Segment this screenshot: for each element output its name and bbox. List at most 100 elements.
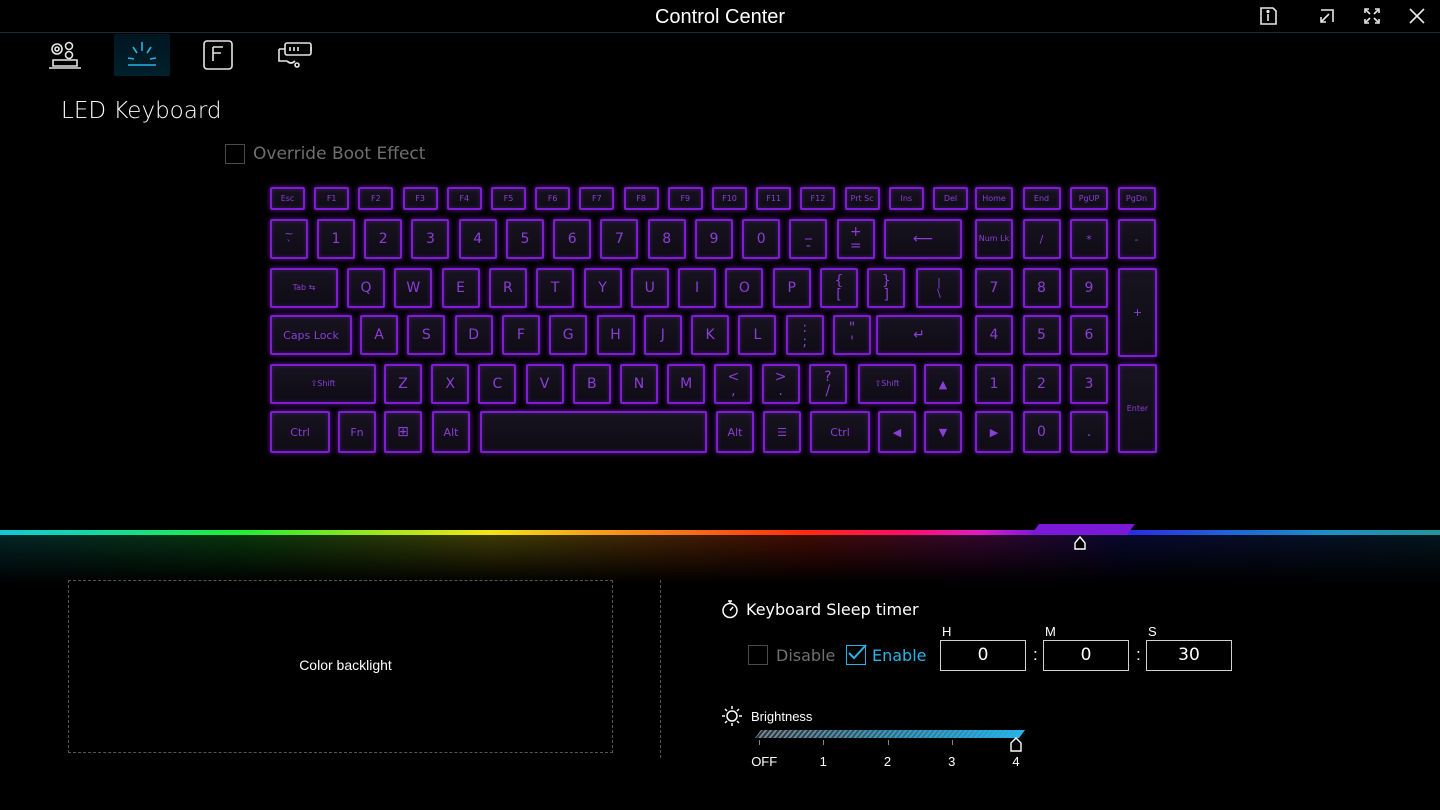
- info-button[interactable]: [1255, 4, 1281, 28]
- keyboard-key[interactable]: PgDn: [1117, 187, 1156, 210]
- close-button[interactable]: [1404, 4, 1430, 28]
- disable-checkbox[interactable]: [748, 645, 768, 665]
- brightness-level-label[interactable]: 4: [1012, 754, 1019, 769]
- keyboard-key[interactable]: E: [441, 268, 480, 308]
- keyboard-key[interactable]: *: [1070, 219, 1108, 259]
- keyboard-key[interactable]: 6: [553, 219, 592, 259]
- keyboard-key[interactable]: U: [630, 268, 669, 308]
- keyboard-key[interactable]: P: [772, 268, 811, 308]
- tab-power[interactable]: [267, 34, 323, 76]
- keyboard-key[interactable]: F: [501, 315, 540, 355]
- keyboard-key[interactable]: ~ `: [270, 219, 308, 259]
- keyboard-key[interactable]: O: [725, 268, 764, 308]
- brightness-level-label[interactable]: 1: [820, 754, 827, 769]
- keyboard-key[interactable]: /: [1022, 219, 1061, 259]
- keyboard-key[interactable]: F9: [667, 187, 703, 210]
- keyboard-key[interactable]: B: [572, 364, 611, 404]
- override-boot-effect-option[interactable]: Override Boot Effect: [225, 144, 425, 164]
- keyboard-key[interactable]: ▶: [975, 411, 1013, 453]
- keyboard-key[interactable]: K: [691, 315, 730, 355]
- keyboard-key[interactable]: { [: [820, 268, 858, 308]
- keyboard-key[interactable]: W: [394, 268, 433, 308]
- keyboard-key[interactable]: } ]: [867, 268, 906, 308]
- keyboard-key[interactable]: 0: [1022, 411, 1061, 453]
- hours-input[interactable]: 0: [940, 640, 1026, 671]
- keyboard-key[interactable]: 8: [647, 219, 686, 259]
- brightness-slider-handle[interactable]: [1010, 737, 1022, 752]
- brightness-level-label[interactable]: 3: [948, 754, 955, 769]
- override-boot-effect-checkbox[interactable]: [225, 144, 245, 164]
- keyboard-key[interactable]: 9: [1070, 268, 1108, 308]
- keyboard-key[interactable]: ⇧Shift: [858, 364, 916, 404]
- keyboard-key[interactable]: Z: [384, 364, 422, 404]
- keyboard-key[interactable]: Home: [975, 187, 1013, 210]
- keyboard-key[interactable]: + =: [836, 219, 875, 259]
- keyboard-key[interactable]: 3: [411, 219, 450, 259]
- keyboard-key[interactable]: J: [643, 315, 682, 355]
- keyboard-key[interactable]: Caps Lock: [270, 315, 352, 355]
- keyboard-key[interactable]: PgUP: [1070, 187, 1108, 210]
- keyboard-key[interactable]: X: [431, 364, 470, 404]
- keyboard-key[interactable]: 9: [694, 219, 733, 259]
- keyboard-key[interactable]: < ,: [714, 364, 753, 404]
- keyboard-key[interactable]: " ': [833, 315, 871, 355]
- keyboard-key[interactable]: 7: [975, 268, 1013, 308]
- keyboard-key[interactable]: Tab ⇆: [270, 268, 338, 308]
- keyboard-key[interactable]: A: [360, 315, 398, 355]
- keyboard-key[interactable]: ◀: [878, 411, 916, 453]
- keyboard-key[interactable]: F11: [756, 187, 792, 210]
- keyboard-key[interactable]: ☰: [763, 411, 801, 453]
- keyboard-key[interactable]: 8: [1022, 268, 1061, 308]
- tab-led-keyboard[interactable]: [114, 34, 170, 76]
- keyboard-key[interactable]: D: [454, 315, 493, 355]
- keyboard-key[interactable]: F10: [712, 187, 747, 210]
- keyboard-key[interactable]: C: [478, 364, 517, 404]
- keyboard-key[interactable]: Num Lk: [975, 219, 1013, 259]
- keyboard-key[interactable]: ? /: [808, 364, 847, 404]
- keyboard-key[interactable]: F6: [535, 187, 571, 210]
- enable-option[interactable]: Enable: [846, 644, 927, 665]
- keyboard-key[interactable]: Ins: [888, 187, 924, 210]
- minutes-input[interactable]: 0: [1043, 640, 1129, 671]
- keyboard-key[interactable]: _ -: [789, 219, 828, 259]
- keyboard-key[interactable]: F5: [491, 187, 526, 210]
- keyboard-key[interactable]: 5: [1022, 315, 1061, 355]
- keyboard-key[interactable]: 7: [600, 219, 639, 259]
- keyboard-key[interactable]: T: [536, 268, 575, 308]
- keyboard-key[interactable]: Alt: [716, 411, 754, 453]
- brightness-level-label[interactable]: OFF: [751, 754, 777, 769]
- keyboard-key[interactable]: .: [1070, 411, 1108, 453]
- keyboard-key[interactable]: 1: [316, 219, 355, 259]
- keyboard-key[interactable]: 3: [1070, 364, 1108, 404]
- keyboard-key[interactable]: Alt: [432, 411, 470, 453]
- keyboard-key[interactable]: F3: [402, 187, 438, 210]
- keyboard-key[interactable]: 4: [975, 315, 1013, 355]
- keyboard-key[interactable]: I: [678, 268, 717, 308]
- keyboard-key[interactable]: Y: [583, 268, 622, 308]
- brightness-level-label[interactable]: 2: [884, 754, 891, 769]
- keyboard-key[interactable]: S: [407, 315, 446, 355]
- keyboard-key[interactable]: ↵: [876, 315, 962, 355]
- maximize-button[interactable]: [1359, 4, 1385, 28]
- seconds-input[interactable]: 30: [1146, 640, 1232, 671]
- keyboard-key[interactable]: L: [738, 315, 777, 355]
- keyboard-key[interactable]: F1: [314, 187, 350, 210]
- keyboard-key[interactable]: 0: [742, 219, 781, 259]
- keyboard-key[interactable]: H: [596, 315, 635, 355]
- disable-option[interactable]: Disable: [748, 645, 835, 665]
- keyboard-key[interactable]: 2: [364, 219, 403, 259]
- keyboard-key[interactable]: End: [1022, 187, 1061, 210]
- keyboard-key[interactable]: ▲: [924, 364, 962, 404]
- keyboard-key[interactable]: Ctrl: [270, 411, 330, 453]
- keyboard-key[interactable]: Fn: [338, 411, 376, 453]
- keyboard-key[interactable]: F12: [800, 187, 836, 210]
- keyboard-key[interactable]: | \: [916, 268, 962, 308]
- keyboard-key[interactable]: F8: [623, 187, 659, 210]
- keyboard-key[interactable]: Esc: [270, 187, 305, 210]
- keyboard-key[interactable]: ⇧Shift: [270, 364, 376, 404]
- keyboard-key[interactable]: Prt Sc: [844, 187, 880, 210]
- keyboard-key[interactable]: -: [1117, 219, 1156, 259]
- tab-fn-keys[interactable]: [190, 34, 246, 76]
- color-spectrum-bar[interactable]: [0, 530, 1440, 535]
- keyboard-key[interactable]: 5: [505, 219, 544, 259]
